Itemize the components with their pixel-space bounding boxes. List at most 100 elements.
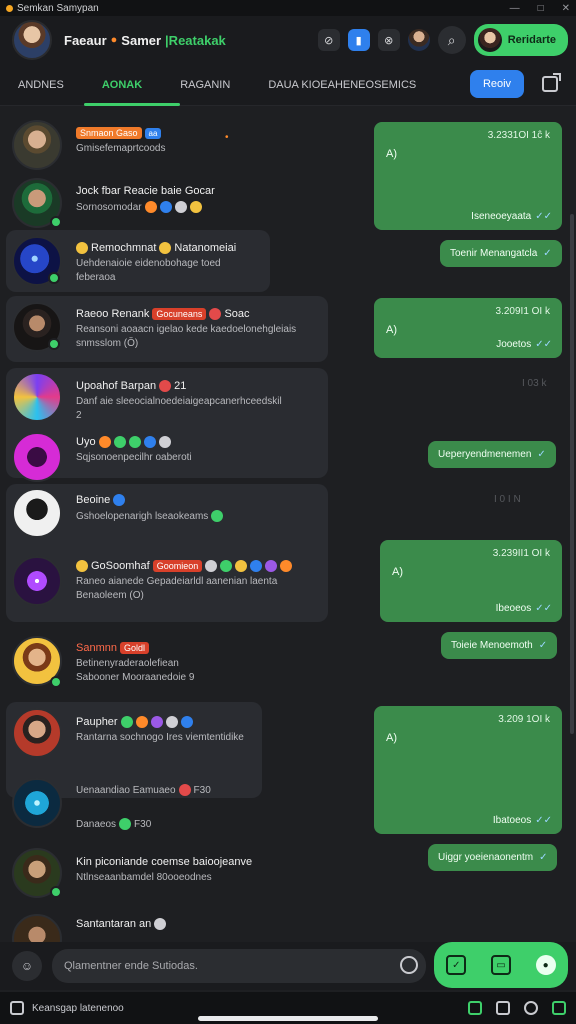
read-check-icon: ✓✓ [535,211,552,222]
reaction-icon [144,201,157,213]
sync-icon[interactable] [468,1001,482,1015]
avatar[interactable] [12,778,62,828]
list-item[interactable]: Sanmnn Goldl Betinenyraderaolefiean Saboo… [76,642,194,683]
reaction-icon [280,560,293,572]
tab-1[interactable]: ANDNES [8,64,74,106]
online-indicator [50,216,62,228]
message-preview-line2: Benaoleem (O) [76,590,144,601]
message-time: 3.209 1OI k [498,714,550,725]
outgoing-message[interactable]: 3.239II1 OI k A) Ibeoeos ✓✓ [380,540,562,622]
sender-status: Soac [224,308,250,320]
emoji-icon [209,308,222,320]
edit-icon[interactable] [496,1001,510,1015]
online-indicator [48,272,60,284]
avatar[interactable] [12,488,62,538]
outgoing-message[interactable]: Uiggr yoeienaonentm ✓ [428,844,558,871]
attach-icon[interactable]: ⊗ [377,29,400,51]
reaction-icon [165,716,178,728]
member-avatar[interactable] [407,29,430,51]
reaction-icon [128,436,141,448]
tab-action-button[interactable]: Reoiv [470,70,524,98]
avatar[interactable] [12,708,62,758]
tab-2[interactable]: AONAK [83,64,181,106]
avatar[interactable] [12,372,62,422]
stats-icon[interactable] [552,1001,566,1015]
emoji-picker-icon[interactable]: ☺ [12,951,42,981]
schedule-icon[interactable] [400,956,418,974]
outgoing-message[interactable]: Toieie Menoemoth ✓ [441,632,558,659]
role-badge: Goomieon [152,560,203,572]
list-item[interactable]: Uyo Sqjsonoenpecilhr oaberoti [76,436,192,463]
list-item[interactable]: Uenaandiao Eamuaeo F30 [76,780,211,796]
search-icon[interactable]: ⌕ [437,26,466,54]
window-controls: — □ ✕ [510,3,570,14]
list-item[interactable]: Upoahof Barpan 21 Danf aie sleeocialnoede… [76,380,282,421]
message-input[interactable] [52,949,426,983]
list-item[interactable]: Danaeos F30 [76,814,151,830]
emoji-icon [119,818,132,830]
grid-icon[interactable] [10,1001,24,1015]
reaction-icon [135,716,148,728]
maximize-button[interactable]: □ [538,3,544,14]
close-button[interactable]: ✕ [562,3,570,14]
list-item[interactable]: GoSoomhaf Goomieon Raneo aianede Gepadeia… [76,560,293,601]
message-time: I 03 k [522,378,547,389]
list-item[interactable]: Beoine Gshoelopenarigh lseaokeams [76,494,224,522]
list-item[interactable]: Jock fbar Reacie baie Gocar Sornosomodar [76,185,215,213]
online-indicator [50,676,62,688]
list-item[interactable]: Santantaran an [76,918,167,930]
channel-title-highlight: |Reatakak [165,32,226,48]
sender-status: F30 [134,818,152,830]
profile-button[interactable]: Reridarte [473,24,568,56]
tab-3[interactable]: RAGANIN [170,64,240,106]
sender-name: Upoahof Barpan [76,380,157,392]
read-check-icon: ✓ [543,248,552,259]
bookmark-icon[interactable]: ▮ [347,29,370,51]
mic-icon[interactable]: ● [535,955,556,975]
outgoing-message[interactable]: Ueperyendmenemen ✓ [428,441,556,468]
read-check-icon: ✓ [537,449,546,460]
outgoing-message[interactable]: 3.209I1 OI k A) Jooetos ✓✓ [374,298,562,358]
outgoing-message[interactable]: Toenir Menangatcla ✓ [440,240,562,267]
role-badge: aa [144,127,162,139]
list-item[interactable]: Remochmnat Natanomeiai Uehdenaioie eideno… [76,242,236,283]
outgoing-message[interactable]: 3.2331OI 1ĉ k A) Iseneoeyaata ✓✓ [374,122,562,230]
message-preview-line2: 2 [76,410,82,421]
message-preview: Gmisefemaprtcoods [76,143,166,154]
message-body: A) [392,566,403,578]
message-footer: Ibeoeos [495,603,532,614]
outgoing-message[interactable]: 3.209 1OI k A) Ibatoeos ✓✓ [374,706,562,834]
scrollbar[interactable] [570,214,574,734]
external-link-icon[interactable] [542,73,561,92]
gif-icon[interactable]: ▭ [490,955,511,975]
channel-title: Faeaur ● Samer |Reatakak [64,33,226,48]
minimize-button[interactable]: — [510,3,520,14]
message-preview: Reansoni aoaacn igelao kede kaedoelonehg… [76,324,297,335]
message-text: Ueperyendmenemen [438,449,532,460]
avatar[interactable] [12,914,62,942]
reaction-icon [159,201,172,213]
avatar[interactable] [12,120,62,170]
list-item[interactable]: Paupher Rantarna sochnogo Ires viemtenti… [76,716,244,743]
list-item[interactable]: Raeoo Renank Gocuneans Soac Reansoni aoaac… [76,308,296,349]
chat-area[interactable]: Snmaon Gaso aa Gmisefemaprtcoods • Jock f… [0,106,576,942]
avatar[interactable] [12,432,62,482]
message-footer: Iseneoeyaata [471,211,532,222]
sender-name: Sanmnn [76,642,117,654]
read-check-icon: ✓ [539,852,548,863]
channel-avatar[interactable] [12,20,52,60]
sender-name: Uyo [76,436,96,448]
home-indicator[interactable] [198,1016,378,1021]
list-item[interactable]: Snmaon Gaso aa Gmisefemaprtcoods [76,127,165,154]
user-icon[interactable] [524,1001,538,1015]
sticker-icon[interactable]: ✓ [446,955,467,975]
list-item[interactable]: Kin piconiande coemse baioojeanve Ntlnse… [76,856,252,883]
app-logo-icon [6,4,13,12]
avatar[interactable] [12,556,62,606]
message-preview: Rantarna sochnogo Ires viemtentidike [76,732,244,743]
tab-4[interactable]: DAUA KIOEAHENEOSEMICS [258,64,426,106]
online-indicator [48,338,60,350]
sender-name: Jock fbar Reacie baie Gocar [76,185,215,197]
tab-bar: ANDNES AONAK RAGANIN DAUA KIOEAHENEOSEMI… [0,64,576,106]
link-icon[interactable]: ⊘ [317,29,340,51]
